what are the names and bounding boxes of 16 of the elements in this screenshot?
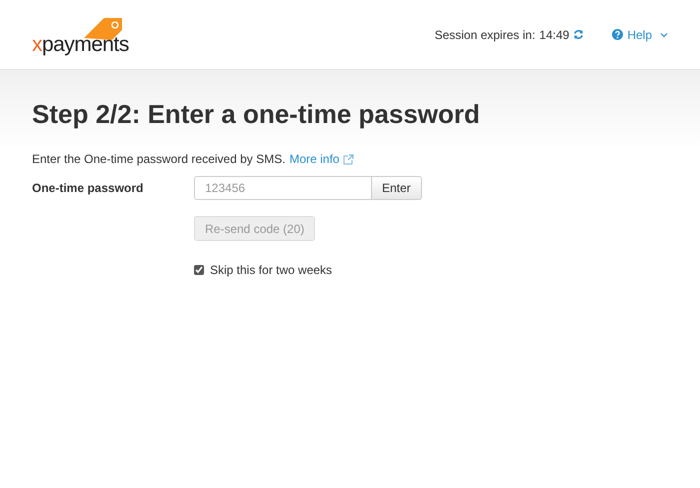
refresh-icon[interactable]: [573, 29, 584, 40]
skip-checkbox[interactable]: [194, 265, 204, 275]
caret-icon: [660, 32, 668, 38]
question-icon: [612, 29, 624, 40]
help-menu[interactable]: Help: [612, 26, 668, 44]
session-label: Session expires in:: [434, 26, 536, 44]
otp-label: One-time password: [32, 180, 144, 197]
skip-label: Skip this for two weeks: [210, 262, 332, 279]
page-title: Step 2/2: Enter a one-time password: [32, 98, 481, 131]
external-link-icon: [343, 154, 354, 164]
intro-text: Enter the One-time password received by SMS.: [32, 151, 286, 168]
session-time: 14:49: [539, 26, 570, 44]
otp-field[interactable]: 123456: [194, 176, 372, 200]
more-info-link[interactable]: More info: [289, 150, 354, 168]
enter-button[interactable]: Enter: [372, 176, 422, 200]
logo-text: xpayments: [32, 34, 129, 54]
